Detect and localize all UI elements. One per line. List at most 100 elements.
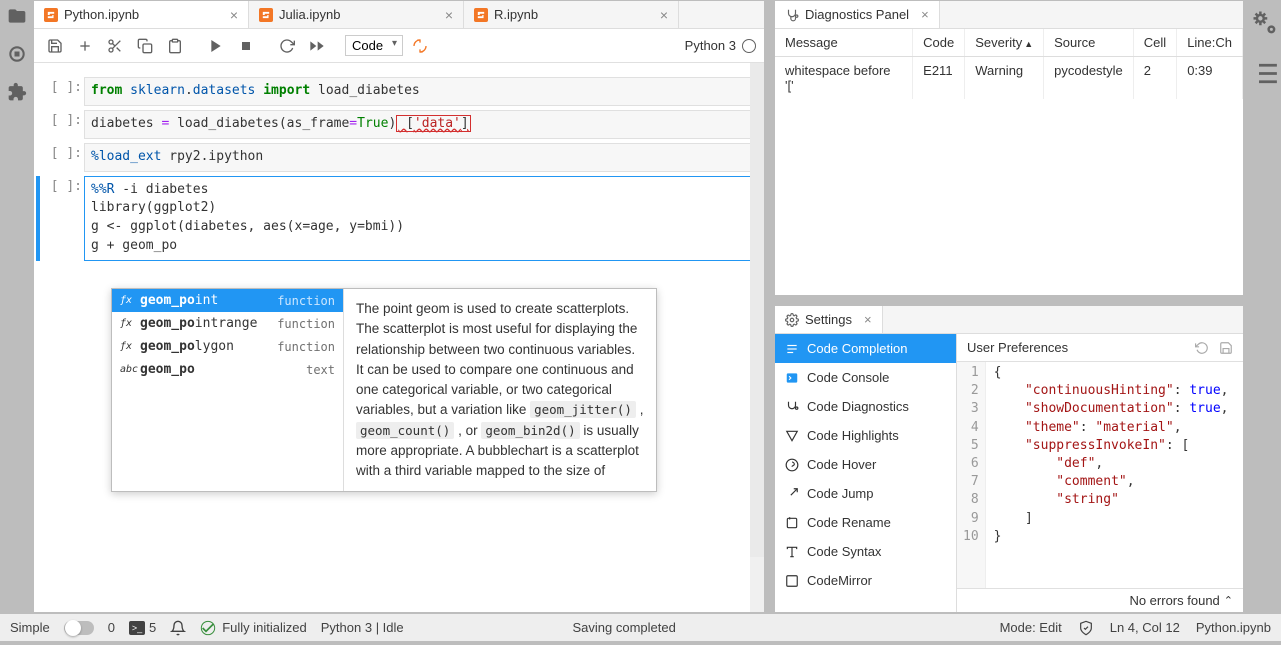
editor-title: User Preferences (967, 340, 1068, 355)
notebook-panel: Python.ipynb × Julia.ipynb × R.ipynb × (33, 0, 765, 613)
notebook-body[interactable]: [ ]: from sklearn.datasets import load_d… (34, 63, 764, 612)
settings-nav-item[interactable]: Code Console (775, 363, 956, 392)
tab-python[interactable]: Python.ipynb × (34, 1, 249, 28)
settings-nav-item[interactable]: Code Completion (775, 334, 956, 363)
json-editor[interactable]: 12345678910 { "continuousHinting": true,… (957, 362, 1243, 588)
notebook-toolbar: Code Python 3 (34, 29, 764, 63)
stop-icon[interactable] (238, 38, 254, 54)
close-icon[interactable]: × (652, 7, 668, 23)
col-linech[interactable]: Line:Ch (1177, 29, 1243, 57)
check-icon (200, 620, 216, 636)
cursor-position[interactable]: Ln 4, Col 12 (1110, 620, 1180, 635)
fast-forward-icon[interactable] (309, 38, 325, 54)
close-icon[interactable]: × (921, 7, 929, 22)
col-severity[interactable]: Severity▲ (965, 29, 1044, 57)
toc-icon[interactable] (1248, 57, 1281, 90)
cell-prompt: [ ]: (44, 146, 82, 161)
gears-icon[interactable] (1248, 6, 1281, 39)
settings-nav-item[interactable]: Code Rename (775, 508, 956, 537)
render-icon[interactable] (412, 38, 428, 54)
document-status: Saving completed (573, 620, 676, 635)
cell-prompt: [ ]: (44, 80, 82, 95)
close-icon[interactable]: × (864, 312, 872, 327)
lsp-status[interactable]: Fully initialized (200, 620, 307, 636)
cell-prompt: [ ]: (44, 179, 82, 194)
save-icon[interactable] (1219, 341, 1233, 355)
cell-type-select[interactable]: Code (345, 35, 403, 56)
settings-editor: User Preferences 12345678910 { "continuo… (957, 334, 1243, 612)
simple-toggle[interactable] (64, 621, 94, 635)
copy-icon[interactable] (137, 38, 153, 54)
run-icon[interactable] (208, 38, 224, 54)
scrollbar[interactable] (750, 63, 764, 612)
terminal-icon: >_ (129, 621, 145, 635)
tab-count[interactable]: 0 (108, 620, 115, 635)
completion-item[interactable]: ƒxgeom_pointrangefunction (112, 312, 343, 335)
diagnostic-row[interactable]: whitespace before '['E211Warningpycodest… (775, 57, 1243, 100)
code-cell[interactable]: [ ]: from sklearn.datasets import load_d… (84, 77, 756, 106)
col-cell[interactable]: Cell (1133, 29, 1176, 57)
settings-nav-item[interactable]: Code Hover (775, 450, 956, 479)
notebook-tabs: Python.ipynb × Julia.ipynb × R.ipynb × (34, 1, 764, 29)
mode-status[interactable]: Mode: Edit (1000, 620, 1062, 635)
tab-r[interactable]: R.ipynb × (464, 1, 679, 28)
completion-popup: ƒxgeom_pointfunctionƒxgeom_pointrangefun… (111, 288, 657, 492)
settings-nav-item[interactable]: Code Diagnostics (775, 392, 956, 421)
trust-icon[interactable] (1078, 620, 1094, 636)
cell-input[interactable]: %load_ext rpy2.ipython (84, 143, 756, 172)
simple-label: Simple (10, 620, 50, 635)
completion-item[interactable]: ƒxgeom_pointfunction (112, 289, 343, 312)
cell-input[interactable]: from sklearn.datasets import load_diabet… (84, 77, 756, 106)
folder-icon[interactable] (7, 6, 27, 26)
paste-icon[interactable] (167, 38, 183, 54)
settings-nav-item[interactable]: Code Jump (775, 479, 956, 508)
cell-input[interactable]: %%R -i diabetes library(ggplot2) g <- gg… (84, 176, 756, 261)
right-activity-bar (1248, 0, 1281, 613)
undo-icon[interactable] (1195, 341, 1209, 355)
settings-nav-item[interactable]: Code Syntax (775, 537, 956, 566)
close-icon[interactable]: × (437, 7, 453, 23)
kernel-status-icon[interactable] (742, 39, 756, 53)
restart-icon[interactable] (279, 38, 295, 54)
statusbar: Simple 0 >_5 Fully initialized Python 3 … (0, 613, 1281, 641)
terminal-count[interactable]: >_5 (129, 620, 156, 635)
bell-icon[interactable] (170, 620, 186, 636)
activity-bar (0, 0, 33, 613)
completion-item[interactable]: abcgeom_potext (112, 358, 343, 381)
panel-title: Settings (805, 312, 852, 327)
chevron-icon[interactable]: ⌃ (1224, 594, 1233, 607)
close-icon[interactable]: × (222, 7, 238, 23)
diagnostics-panel: Diagnostics Panel × Message Code Severit… (774, 0, 1244, 296)
cell-input[interactable]: diabetes = load_diabetes(as_frame=True) … (84, 110, 756, 139)
settings-nav-item[interactable]: Code Highlights (775, 421, 956, 450)
settings-tab[interactable]: Settings × (775, 306, 883, 333)
stethoscope-icon (785, 8, 799, 22)
settings-nav[interactable]: Code CompletionCode ConsoleCode Diagnost… (775, 334, 957, 612)
col-source[interactable]: Source (1044, 29, 1134, 57)
completion-list[interactable]: ƒxgeom_pointfunctionƒxgeom_pointrangefun… (112, 289, 344, 491)
kernel-name[interactable]: Python 3 (685, 38, 736, 53)
kernel-status[interactable]: Python 3 | Idle (321, 620, 404, 635)
settings-nav-item[interactable]: CodeMirror (775, 566, 956, 595)
cut-icon[interactable] (107, 38, 123, 54)
extension-icon[interactable] (7, 82, 27, 102)
settings-panel: Settings × Code CompletionCode ConsoleCo… (774, 305, 1244, 613)
cell-prompt: [ ]: (44, 113, 82, 128)
col-message[interactable]: Message (775, 29, 913, 57)
completion-doc: The point geom is used to create scatter… (344, 289, 656, 491)
file-name[interactable]: Python.ipynb (1196, 620, 1271, 635)
diagnostics-tab[interactable]: Diagnostics Panel × (775, 1, 940, 28)
code-cell[interactable]: [ ]: diabetes = load_diabetes(as_frame=T… (84, 110, 756, 139)
diagnostics-table: Message Code Severity▲ Source Cell Line:… (775, 29, 1243, 99)
completion-item[interactable]: ƒxgeom_polygonfunction (112, 335, 343, 358)
panel-title: Diagnostics Panel (805, 7, 909, 22)
running-icon[interactable] (7, 44, 27, 64)
save-icon[interactable] (47, 38, 63, 54)
tab-label: Julia.ipynb (279, 7, 340, 22)
settings-status: No errors found (1129, 593, 1219, 608)
code-cell[interactable]: [ ]: %load_ext rpy2.ipython (84, 143, 756, 172)
col-code[interactable]: Code (913, 29, 965, 57)
tab-julia[interactable]: Julia.ipynb × (249, 1, 464, 28)
add-icon[interactable] (77, 38, 93, 54)
code-cell[interactable]: [ ]: %%R -i diabetes library(ggplot2) g … (84, 176, 756, 261)
